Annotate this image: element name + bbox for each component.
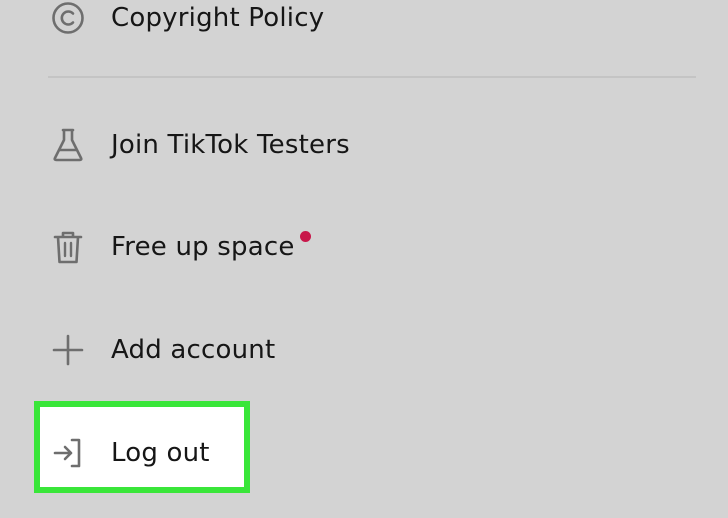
menu-item-label: Log out — [111, 438, 210, 468]
plus-icon — [46, 328, 90, 372]
copyright-icon — [46, 0, 90, 40]
menu-item-copyright-policy[interactable]: Copyright Policy — [0, 0, 728, 48]
flask-icon — [46, 123, 90, 167]
menu-item-label: Join TikTok Testers — [111, 130, 350, 160]
menu-item-add-account[interactable]: Add account — [0, 320, 728, 380]
menu-item-log-out[interactable]: Log out — [0, 423, 250, 483]
settings-menu-screen: Copyright Policy Join TikTok Testers Fre… — [0, 0, 728, 518]
logout-icon — [46, 431, 90, 475]
menu-item-label: Add account — [111, 335, 276, 365]
menu-item-label: Free up space — [111, 232, 295, 262]
menu-item-label: Copyright Policy — [111, 3, 325, 33]
menu-item-join-testers[interactable]: Join TikTok Testers — [0, 115, 728, 175]
menu-item-free-up-space[interactable]: Free up space — [0, 217, 728, 277]
notification-dot — [300, 231, 311, 242]
section-divider — [48, 76, 696, 78]
trash-icon — [46, 225, 90, 269]
